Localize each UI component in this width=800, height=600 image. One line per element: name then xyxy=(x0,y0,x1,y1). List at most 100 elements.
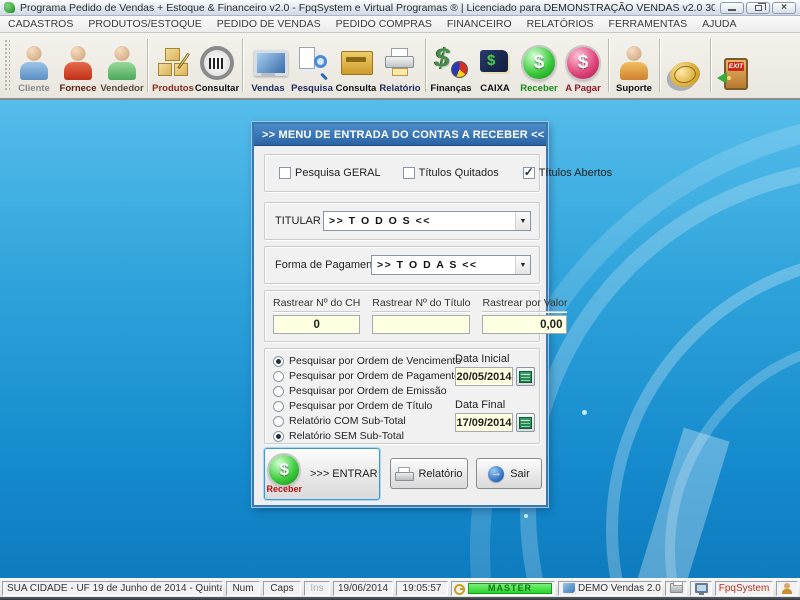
radio-ordem-vencimento[interactable]: Pesquisar por Ordem de Vencimento xyxy=(273,354,461,368)
window-titlebar: Programa Pedido de Vendas + Estoque & Fi… xyxy=(0,0,800,16)
titular-groupbox: TITULAR >> T O D O S << ▼ xyxy=(264,202,540,240)
exit-arrow-icon: → xyxy=(488,466,504,482)
restore-button[interactable] xyxy=(746,2,770,14)
radio-relatorio-sem-subtotal[interactable]: Relatório SEM Sub-Total xyxy=(273,429,461,443)
calendar-icon xyxy=(519,417,532,429)
toolbar-receber-button[interactable]: Receber xyxy=(517,35,561,96)
status-brand: FpqSystem xyxy=(715,581,773,596)
checkbox-box[interactable] xyxy=(279,167,291,179)
menubar: CADASTROS PRODUTOS/ESTOQUE PEDIDO DE VEN… xyxy=(0,16,800,33)
search-docs-icon xyxy=(294,43,330,83)
toolbar-vendedor-button[interactable]: Vendedor xyxy=(100,35,144,96)
toolbar-fornece-button[interactable]: Fornece xyxy=(56,35,100,96)
dialog-titlebar[interactable]: >> MENU DE ENTRADA DO CONTAS A RECEBER <… xyxy=(254,124,546,146)
toolbar-relatorio-button[interactable]: Relatório xyxy=(378,35,422,96)
status-user-level: MASTER xyxy=(451,581,555,596)
menu-relatorios[interactable]: RELATÓRIOS xyxy=(527,18,594,30)
close-button[interactable]: × xyxy=(772,2,796,14)
radio-ordem-emissao[interactable]: Pesquisar por Ordem de Emissão xyxy=(273,384,461,398)
products-boxes-icon xyxy=(155,43,191,83)
sales-monitor-icon xyxy=(250,43,286,83)
data-final-calendar-button[interactable] xyxy=(516,413,535,432)
sair-button[interactable]: → Sair xyxy=(476,458,542,489)
menu-produtos-estoque[interactable]: PRODUTOS/ESTOQUE xyxy=(88,18,201,30)
entrar-button[interactable]: Receber >>> ENTRAR xyxy=(264,448,380,500)
printer-icon xyxy=(670,583,683,593)
version-icon xyxy=(563,583,575,593)
menu-pedido-vendas[interactable]: PEDIDO DE VENDAS xyxy=(217,18,321,30)
data-final-input[interactable]: 17/09/2014 xyxy=(455,413,513,432)
radio-circle[interactable] xyxy=(273,386,284,397)
toolbar: Cliente Fornece Vendedor Produtos Consul… xyxy=(0,33,800,100)
rastrear-valor-input[interactable]: 0,00 xyxy=(482,315,567,334)
radio-circle[interactable] xyxy=(273,416,284,427)
seller-person-icon xyxy=(104,43,140,83)
relatorio-button[interactable]: Relatório xyxy=(390,458,468,489)
menu-ferramentas[interactable]: FERRAMENTAS xyxy=(609,18,688,30)
titulos-quitados-checkbox[interactable]: Títulos Quitados xyxy=(403,167,499,179)
status-computer-button[interactable] xyxy=(690,581,712,596)
rastrear-titulo-label: Rastrear Nº do Título xyxy=(372,297,470,312)
toolbar-suporte-button[interactable]: Suporte xyxy=(612,35,656,96)
toolbar-cliente-button[interactable]: Cliente xyxy=(12,35,56,96)
toolbar-separator xyxy=(147,39,148,92)
status-printer-button[interactable] xyxy=(665,581,687,596)
toolbar-separator xyxy=(710,39,711,92)
printer-icon xyxy=(382,43,418,83)
menu-pedido-compras[interactable]: PEDIDO COMPRAS xyxy=(336,18,432,30)
data-inicial-input[interactable]: 20/05/2014 xyxy=(455,367,513,386)
titular-combobox[interactable]: >> T O D O S << ▼ xyxy=(323,211,531,231)
titular-label: TITULAR xyxy=(275,215,321,227)
toolbar-consultar-button[interactable]: Consultar xyxy=(195,35,239,96)
radio-circle[interactable] xyxy=(273,371,284,382)
toolbar-separator xyxy=(608,39,609,92)
toolbar-exit-button[interactable]: EXIT xyxy=(714,35,758,96)
radio-circle[interactable] xyxy=(273,401,284,412)
menu-ajuda[interactable]: AJUDA xyxy=(702,18,736,30)
toolbar-apagar-button[interactable]: A Pagar xyxy=(561,35,605,96)
radio-circle[interactable] xyxy=(273,356,284,367)
data-final-label: Data Final xyxy=(455,399,535,411)
desktop-background: >> MENU DE ENTRADA DO CONTAS A RECEBER <… xyxy=(0,100,800,578)
checkbox-groupbox: Pesquisa GERAL Títulos Quitados Títulos … xyxy=(264,154,540,192)
radio-relatorio-com-subtotal[interactable]: Relatório COM Sub-Total xyxy=(273,414,461,428)
checkbox-box[interactable] xyxy=(523,167,535,179)
user-icon xyxy=(782,583,792,594)
exit-door-icon: EXIT xyxy=(718,54,754,94)
toolbar-caixa-button[interactable]: CAIXA xyxy=(473,35,517,96)
menu-cadastros[interactable]: CADASTROS xyxy=(8,18,73,30)
toolbar-vendas-button[interactable]: Vendas xyxy=(246,35,290,96)
barcode-icon xyxy=(199,43,235,83)
statusbar: SUA CIDADE - UF 19 de Junho de 2014 - Qu… xyxy=(0,578,800,597)
pesquisa-geral-checkbox[interactable]: Pesquisa GERAL xyxy=(279,167,381,179)
window-title: Programa Pedido de Vendas + Estoque & Fi… xyxy=(20,2,715,14)
toolbar-coin-button[interactable] xyxy=(663,35,707,96)
toolbar-produtos-button[interactable]: Produtos xyxy=(151,35,195,96)
folder-icon xyxy=(338,43,374,83)
forma-pagamento-combobox[interactable]: >> T O D A S << ▼ xyxy=(371,255,531,275)
chevron-down-icon[interactable]: ▼ xyxy=(515,212,530,230)
rastrear-valor-label: Rastrear por Valor xyxy=(482,297,567,312)
toolbar-separator xyxy=(242,39,243,92)
calendar-icon xyxy=(519,371,532,383)
receber-dollar-icon xyxy=(269,455,299,485)
titulos-abertos-checkbox[interactable]: Títulos Abertos xyxy=(523,167,612,179)
menu-financeiro[interactable]: FINANCEIRO xyxy=(447,18,512,30)
radio-ordem-pagamento[interactable]: Pesquisar por Ordem de Pagamento xyxy=(273,369,461,383)
toolbar-consulta-button[interactable]: Consulta xyxy=(334,35,378,96)
minimize-button[interactable] xyxy=(720,2,744,14)
toolbar-financas-button[interactable]: $ Finanças xyxy=(429,35,473,96)
toolbar-pesquisa-button[interactable]: Pesquisa xyxy=(290,35,334,96)
chevron-down-icon[interactable]: ▼ xyxy=(515,256,530,274)
rastrear-ch-input[interactable]: 0 xyxy=(273,315,360,334)
status-user-button[interactable] xyxy=(776,581,798,596)
data-inicial-calendar-button[interactable] xyxy=(516,367,535,386)
finance-dollar-pie-icon: $ xyxy=(433,43,469,83)
checkbox-box[interactable] xyxy=(403,167,415,179)
minimize-icon xyxy=(728,9,736,11)
forma-pagamento-groupbox: Forma de Pagamento >> T O D A S << ▼ xyxy=(264,246,540,284)
rastrear-titulo-input[interactable] xyxy=(372,315,470,334)
radio-ordem-titulo[interactable]: Pesquisar por Ordem de Título xyxy=(273,399,461,413)
radio-circle[interactable] xyxy=(273,431,284,442)
status-caps-lock: Caps xyxy=(263,581,301,596)
